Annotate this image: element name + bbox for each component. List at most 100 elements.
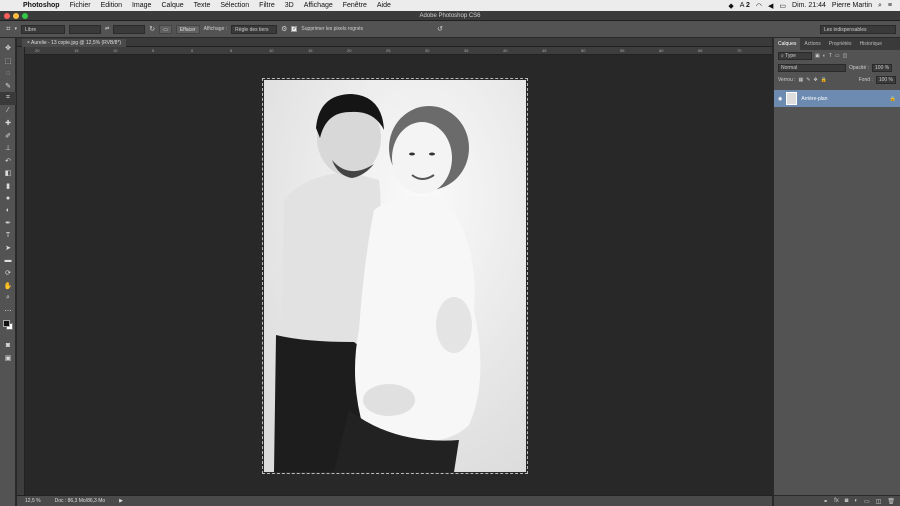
menu-edition[interactable]: Edition <box>96 0 127 11</box>
lock-paint-icon[interactable]: ✎ <box>806 77 810 83</box>
search-icon[interactable]: ⌕ <box>878 2 882 10</box>
lock-position-icon[interactable]: ✥ <box>813 77 817 83</box>
menu-affichage[interactable]: Affichage <box>299 0 338 11</box>
color-swatches[interactable] <box>0 317 16 339</box>
menubar-user[interactable]: Pierre Martin <box>832 2 872 9</box>
link-layers-icon[interactable]: ⚭ <box>823 498 828 505</box>
rotate-icon[interactable]: ↻ <box>149 25 155 33</box>
swap-icon[interactable]: ⇄ <box>105 26 109 32</box>
menu-image[interactable]: Image <box>127 0 156 11</box>
extra-tools-icon[interactable]: ⋯ <box>0 305 16 318</box>
menu-filtre[interactable]: Filtre <box>254 0 280 11</box>
volume-icon[interactable]: ◀ <box>768 2 773 10</box>
lock-pixels-icon[interactable]: ▦ <box>799 77 804 83</box>
adobe-badge[interactable]: A 2 <box>740 2 750 9</box>
view-select[interactable]: Règle des tiers <box>231 24 278 34</box>
foreground-color[interactable] <box>3 320 10 327</box>
delete-cropped-checkbox[interactable]: ✓ <box>291 26 298 32</box>
eraser-tool-icon[interactable]: ◧ <box>0 167 16 180</box>
tab-proprietes[interactable]: Propriétés <box>825 38 856 50</box>
healing-tool-icon[interactable]: ✚ <box>0 117 16 130</box>
vertical-ruler[interactable] <box>17 47 25 495</box>
document-photo[interactable] <box>262 78 528 474</box>
fx-icon[interactable]: fx <box>834 498 839 504</box>
straighten-button[interactable]: ▭ <box>159 24 172 34</box>
blur-tool-icon[interactable]: ● <box>0 192 16 205</box>
layer-name[interactable]: Arrière-plan <box>801 96 827 102</box>
shape-tool-icon[interactable]: ▬ <box>0 255 16 268</box>
layer-filter-select[interactable]: ⌕ Type <box>778 52 812 60</box>
menu-3d[interactable]: 3D <box>280 0 299 11</box>
preset-dropdown-arrow-icon[interactable]: ▾ <box>15 26 18 32</box>
pen-tool-icon[interactable]: ✒ <box>0 217 16 230</box>
wifi-icon[interactable]: ◠ <box>756 2 762 10</box>
tab-actions[interactable]: Actions <box>800 38 824 50</box>
minimize-window-button[interactable] <box>13 13 19 19</box>
menu-fichier[interactable]: Fichier <box>65 0 96 11</box>
stamp-tool-icon[interactable]: ⊥ <box>0 142 16 155</box>
workspace-select[interactable]: Les indispensables <box>820 24 896 34</box>
crop-tool-icon-active[interactable]: ⌗ <box>0 92 16 105</box>
horizontal-ruler[interactable]: 20 15 10 5 0 5 10 15 20 25 30 35 40 45 50 55 60 65 70 <box>25 47 772 55</box>
filter-type-icon[interactable]: T <box>829 53 832 59</box>
layer-filter-row: ⌕ Type ▣ ◐ T ▭ ◫ <box>774 50 900 62</box>
zoom-tool-icon[interactable]: ⌕ <box>0 292 16 305</box>
blend-mode-select[interactable]: Normal <box>778 64 846 72</box>
dodge-tool-icon[interactable]: ◐ <box>0 205 16 218</box>
menubar-clock[interactable]: Dim. 21:44 <box>792 2 826 9</box>
reset-icon[interactable]: ↺ <box>437 25 443 33</box>
dropbox-icon[interactable]: ◆ <box>728 2 733 10</box>
close-window-button[interactable] <box>4 13 10 19</box>
adjustment-icon[interactable]: ◐ <box>854 498 858 504</box>
quick-select-tool-icon[interactable]: ✎ <box>0 80 16 93</box>
trash-icon[interactable]: 🗑 <box>887 498 895 505</box>
settings-gear-icon[interactable]: ⚙ <box>281 25 287 33</box>
menu-photoshop[interactable]: Photoshop <box>18 0 65 11</box>
zoom-window-button[interactable] <box>22 13 28 19</box>
type-tool-icon[interactable]: T <box>0 230 16 243</box>
3d-tool-icon[interactable]: ⟳ <box>0 267 16 280</box>
list-icon[interactable]: ≡ <box>888 2 892 9</box>
height-field[interactable] <box>113 24 146 34</box>
new-layer-icon[interactable]: ◫ <box>876 498 882 505</box>
document-tab[interactable]: × Aurelie - 13 copie.jpg @ 12,5% (RVB/8*… <box>22 39 127 47</box>
marquee-tool-icon[interactable]: ⬚ <box>0 55 16 68</box>
crop-tool-icon[interactable]: ⌗ <box>6 24 11 34</box>
move-tool-icon[interactable]: ✥ <box>0 42 16 55</box>
filter-adjust-icon[interactable]: ◐ <box>823 53 826 59</box>
filter-pixel-icon[interactable]: ▣ <box>815 53 820 59</box>
tab-calques[interactable]: Calques <box>774 38 801 50</box>
menu-aide[interactable]: Aide <box>372 0 396 11</box>
menu-selection[interactable]: Sélection <box>215 0 254 11</box>
path-select-tool-icon[interactable]: ➤ <box>0 242 16 255</box>
clear-button[interactable]: Effacer <box>175 24 200 34</box>
filter-shape-icon[interactable]: ▭ <box>835 53 840 59</box>
opacity-field[interactable]: 100 % <box>872 64 893 72</box>
quick-mask-icon[interactable]: ◙ <box>0 339 16 352</box>
brush-tool-icon[interactable]: ✐ <box>0 130 16 143</box>
ratio-select[interactable]: Libre <box>21 24 66 34</box>
gradient-tool-icon[interactable]: ▮ <box>0 180 16 193</box>
lasso-tool-icon[interactable]: ◌ <box>0 67 16 80</box>
fill-field[interactable]: 100 % <box>875 76 896 84</box>
filter-smart-icon[interactable]: ◫ <box>843 53 848 59</box>
eye-icon[interactable]: ◉ <box>778 96 782 102</box>
battery-icon[interactable]: ▭ <box>779 2 786 10</box>
menu-texte[interactable]: Texte <box>189 0 216 11</box>
layer-row-background[interactable]: ◉ Arrière-plan 🔒 <box>774 90 900 107</box>
ruler-tick-label: 10 <box>269 48 274 53</box>
hand-tool-icon[interactable]: ✋ <box>0 280 16 293</box>
history-brush-tool-icon[interactable]: ↶ <box>0 155 16 168</box>
eyedropper-tool-icon[interactable]: ⁄ <box>0 105 16 118</box>
menu-calque[interactable]: Calque <box>156 0 188 11</box>
tab-historique[interactable]: Historique <box>856 38 887 50</box>
canvas-area[interactable] <box>25 56 772 495</box>
new-group-icon[interactable]: ▭ <box>864 498 870 505</box>
screen-mode-icon[interactable]: ▣ <box>0 352 16 365</box>
lock-all-icon[interactable]: 🔒 <box>821 77 827 83</box>
status-arrow-icon[interactable]: ▶ <box>119 498 123 504</box>
menu-fenetre[interactable]: Fenêtre <box>338 0 372 11</box>
add-mask-icon[interactable]: ◙ <box>845 498 849 504</box>
width-field[interactable] <box>69 24 102 34</box>
zoom-level[interactable]: 12,5 % <box>25 498 41 504</box>
